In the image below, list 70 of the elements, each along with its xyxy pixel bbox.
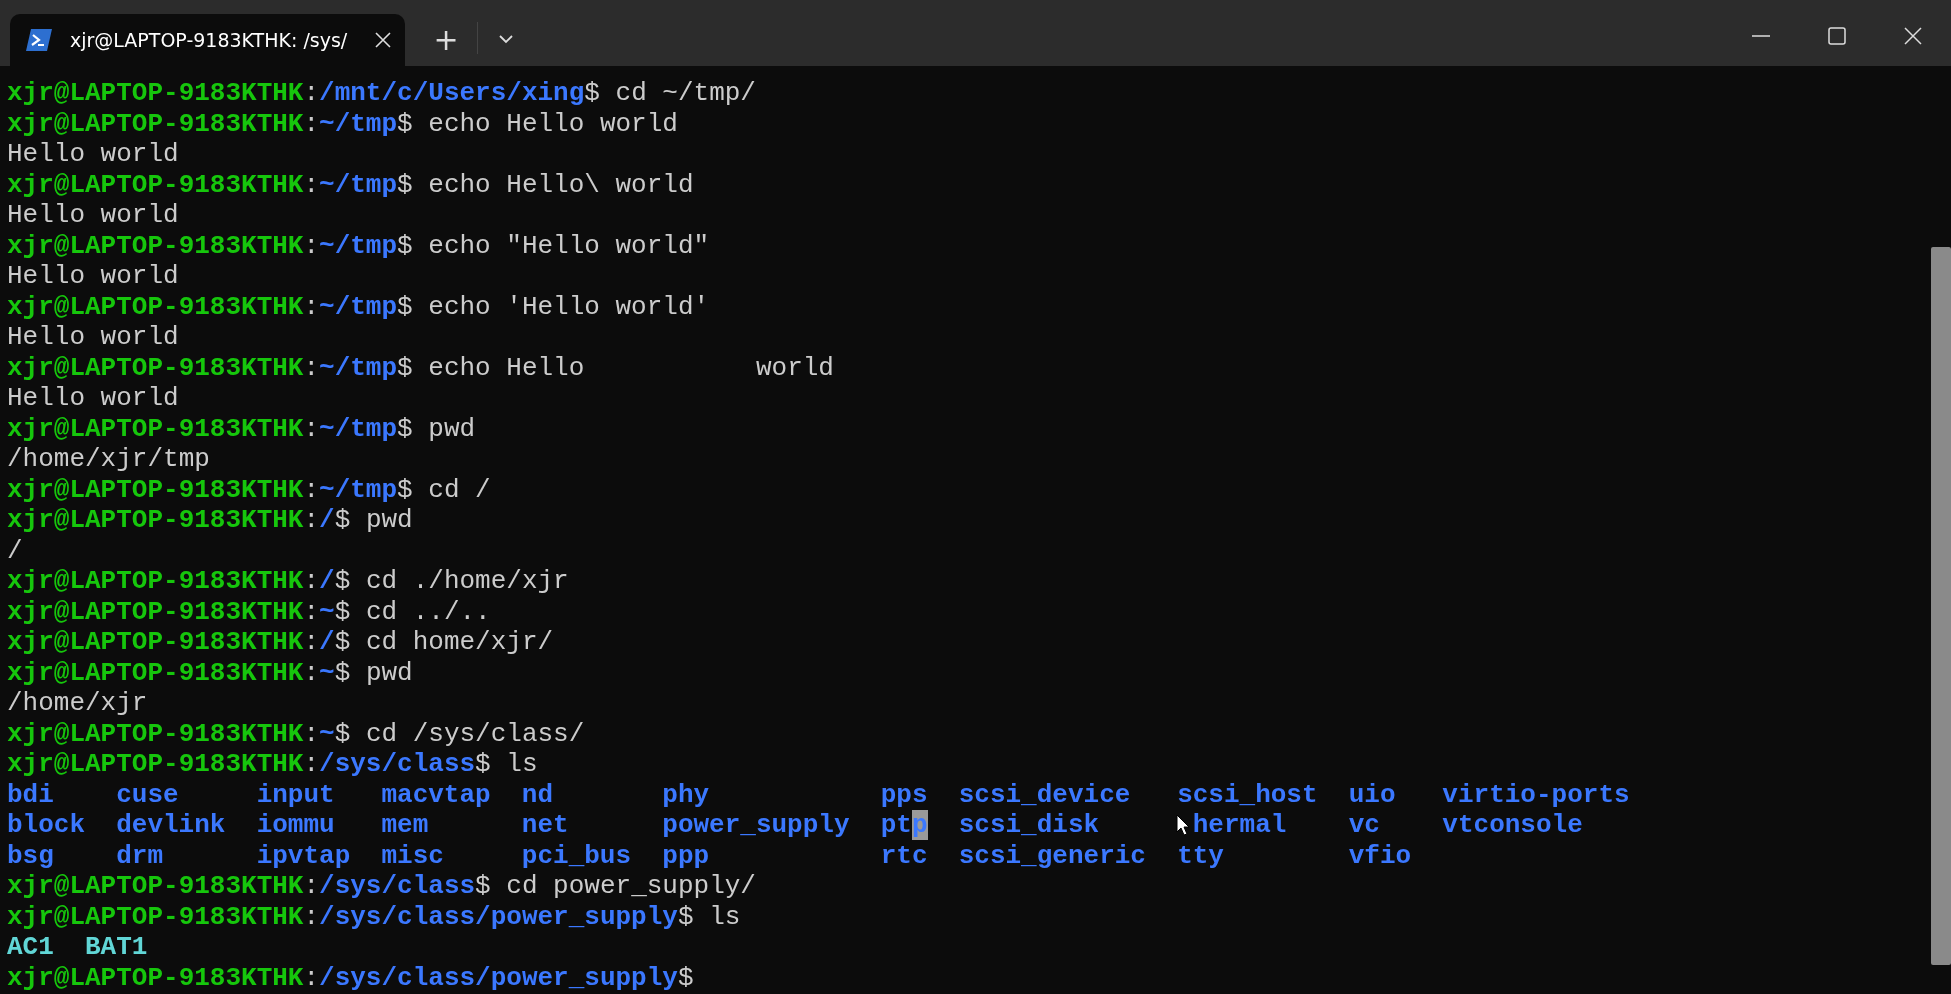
- close-tab-button[interactable]: [375, 32, 391, 48]
- directory-name: bsg: [7, 840, 54, 871]
- output-line: Hello world: [7, 261, 179, 292]
- directory-name: vtconsole: [1442, 810, 1583, 840]
- directory-name: ptp: [880, 810, 928, 840]
- prompt-line: xjr@LAPTOP-9183KTHK:/$ cd home/xjr/: [7, 627, 554, 658]
- output-line: /: [7, 535, 23, 566]
- prompt-line: xjr@LAPTOP-9183KTHK:~/tmp$ echo "Hello world": [7, 230, 710, 261]
- directory-name: scsi_generic: [958, 840, 1146, 871]
- output-line: Hello world: [7, 383, 179, 414]
- output-line: /home/xjr/tmp: [7, 444, 210, 475]
- directory-name: nd: [521, 779, 554, 810]
- directory-name: mem: [381, 810, 429, 840]
- directory-name: BAT1: [85, 932, 148, 962]
- directory-name: rtc: [880, 840, 928, 871]
- prompt-line: xjr@LAPTOP-9183KTHK:/$ cd ./home/xjr: [7, 566, 569, 597]
- directory-name: pps: [880, 779, 928, 810]
- maximize-icon: [1828, 27, 1846, 45]
- directory-name: vfio: [1348, 840, 1412, 871]
- directory-name: vc: [1348, 810, 1380, 840]
- directory-name: iommu: [256, 810, 335, 840]
- directory-name: pci_bus: [521, 840, 632, 871]
- directory-name: power_supply: [662, 810, 850, 840]
- prompt-line: xjr@LAPTOP-9183KTHK:/sys/class$ cd power_supply/: [7, 871, 756, 902]
- prompt-line: xjr@LAPTOP-9183KTHK:~$ cd /sys/class/: [7, 718, 585, 749]
- directory-name: devlink: [116, 810, 226, 840]
- terminal-tab[interactable]: xjr@LAPTOP-9183KTHK: /sys/: [10, 14, 405, 66]
- directory-name: uio: [1348, 779, 1396, 810]
- directory-name: misc: [381, 840, 444, 871]
- directory-name: scsi_disk: [958, 810, 1100, 840]
- prompt-line: xjr@LAPTOP-9183KTHK:~/tmp$ echo 'Hello world': [7, 291, 710, 322]
- directory-name: AC1: [7, 932, 54, 962]
- prompt-line: xjr@LAPTOP-9183KTHK:~/tmp$ pwd: [7, 413, 476, 444]
- directory-name: block: [7, 810, 85, 840]
- directory-name: net: [521, 810, 569, 840]
- output-line: Hello world: [7, 322, 179, 353]
- prompt-line: xjr@LAPTOP-9183KTHK:/sys/class$ ls: [7, 749, 538, 780]
- close-icon: [1904, 27, 1922, 45]
- directory-name: ipvtap: [256, 840, 351, 871]
- directory-name: bdi: [7, 779, 54, 810]
- close-icon: [375, 32, 391, 48]
- directory-name: scsi_host: [1177, 779, 1318, 810]
- output-line: Hello world: [7, 139, 179, 170]
- prompt-line: xjr@LAPTOP-9183KTHK:~/tmp$ cd /: [7, 474, 491, 505]
- prompt-line: xjr@LAPTOP-9183KTHK:~$ cd ../..: [7, 596, 491, 627]
- minimize-icon: [1752, 35, 1770, 37]
- prompt-line: xjr@LAPTOP-9183KTHK:/sys/class/power_supply$ ls: [7, 901, 741, 932]
- directory-name: tty: [1177, 840, 1224, 871]
- directory-name: ppp: [662, 840, 710, 871]
- output-line: Hello world: [7, 200, 179, 231]
- prompt-line: xjr@LAPTOP-9183KTHK:~$ pwd: [7, 657, 413, 688]
- directory-name: drm: [116, 840, 163, 871]
- scrollbar[interactable]: [1931, 247, 1951, 965]
- directory-name: virtio-ports: [1442, 779, 1630, 810]
- directory-name: phy: [662, 779, 710, 810]
- directory-name: cuse: [116, 779, 179, 810]
- directory-name: scsi_device: [958, 779, 1131, 810]
- directory-name: macvtap: [381, 779, 491, 810]
- new-tab-button[interactable]: +: [423, 16, 469, 62]
- prompt-line: xjr@LAPTOP-9183KTHK:~/tmp$ echo Hello world: [7, 108, 678, 139]
- prompt-line: xjr@LAPTOP-9183KTHK:/$ pwd: [7, 505, 413, 536]
- prompt-line: xjr@LAPTOP-9183KTHK:/mnt/c/Users/xing$ cd ~/tmp/: [7, 78, 756, 109]
- chevron-down-icon: [498, 34, 514, 44]
- output-line: /home/xjr: [7, 688, 148, 719]
- directory-name: hermal: [1177, 810, 1287, 840]
- prompt-line: xjr@LAPTOP-9183KTHK:~/tmp$ echo Hello world: [7, 352, 834, 383]
- prompt-line: xjr@LAPTOP-9183KTHK:/sys/class/power_supply$: [7, 962, 694, 993]
- powershell-icon: [26, 29, 52, 51]
- prompt-line: xjr@LAPTOP-9183KTHK:~/tmp$ echo Hello\ world: [7, 169, 694, 200]
- directory-name: input: [256, 779, 335, 810]
